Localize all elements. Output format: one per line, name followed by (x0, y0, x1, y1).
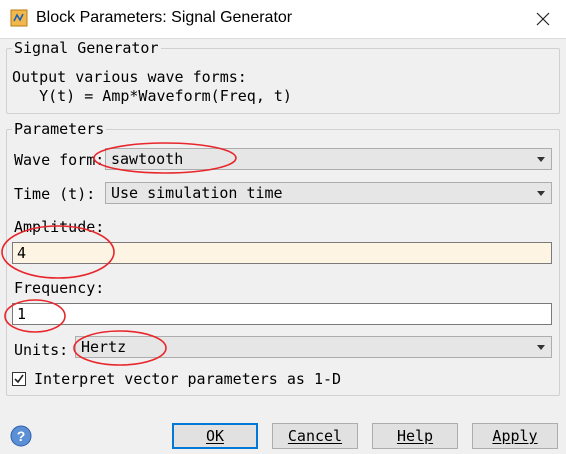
apply-button-label: Apply (492, 427, 538, 445)
frequency-label: Frequency: (14, 279, 105, 297)
units-select[interactable]: Hertz (75, 336, 552, 358)
help-button[interactable]: Help (372, 423, 458, 449)
window-title: Block Parameters: Signal Generator (36, 9, 293, 26)
checkmark-icon (14, 374, 24, 384)
description-line-2: Y(t) = Amp*Waveform(Freq, t) (12, 87, 292, 105)
close-button[interactable] (528, 4, 558, 34)
units-value: Hertz (81, 338, 127, 356)
time-select[interactable]: Use simulation time (105, 182, 552, 204)
chevron-down-icon (537, 157, 545, 162)
wave-form-label: Wave form: (14, 151, 105, 169)
time-value: Use simulation time (111, 184, 283, 202)
amplitude-label: Amplitude: (14, 218, 105, 236)
interpret-vector-label: Interpret vector parameters as 1-D (34, 370, 342, 388)
amplitude-input[interactable]: 4 (12, 242, 552, 264)
description-line-1: Output various wave forms: (12, 68, 247, 86)
parameters-group-legend: Parameters (12, 120, 107, 138)
interpret-vector-checkbox[interactable] (12, 372, 26, 386)
help-question-icon[interactable]: ? (10, 425, 32, 447)
wave-form-select[interactable]: sawtooth (105, 148, 552, 170)
ok-button[interactable]: OK (172, 423, 258, 449)
frequency-input[interactable]: 1 (12, 303, 552, 325)
svg-text:?: ? (17, 428, 26, 444)
wave-form-value: sawtooth (111, 150, 184, 168)
cancel-button-label: Cancel (287, 427, 343, 445)
simulink-block-icon (10, 9, 28, 27)
description-group-legend: Signal Generator (12, 39, 161, 57)
apply-button[interactable]: Apply (472, 423, 558, 449)
chevron-down-icon (537, 191, 545, 196)
frequency-value: 1 (17, 305, 27, 323)
help-button-label: Help (396, 427, 434, 445)
units-label: Units: (14, 341, 69, 359)
time-label: Time (t): (14, 185, 96, 203)
ok-button-label: OK (205, 427, 225, 445)
title-bar: Block Parameters: Signal Generator (0, 0, 566, 39)
amplitude-value: 4 (17, 244, 27, 262)
close-icon (536, 12, 550, 26)
chevron-down-icon (537, 345, 545, 350)
cancel-button[interactable]: Cancel (272, 423, 358, 449)
